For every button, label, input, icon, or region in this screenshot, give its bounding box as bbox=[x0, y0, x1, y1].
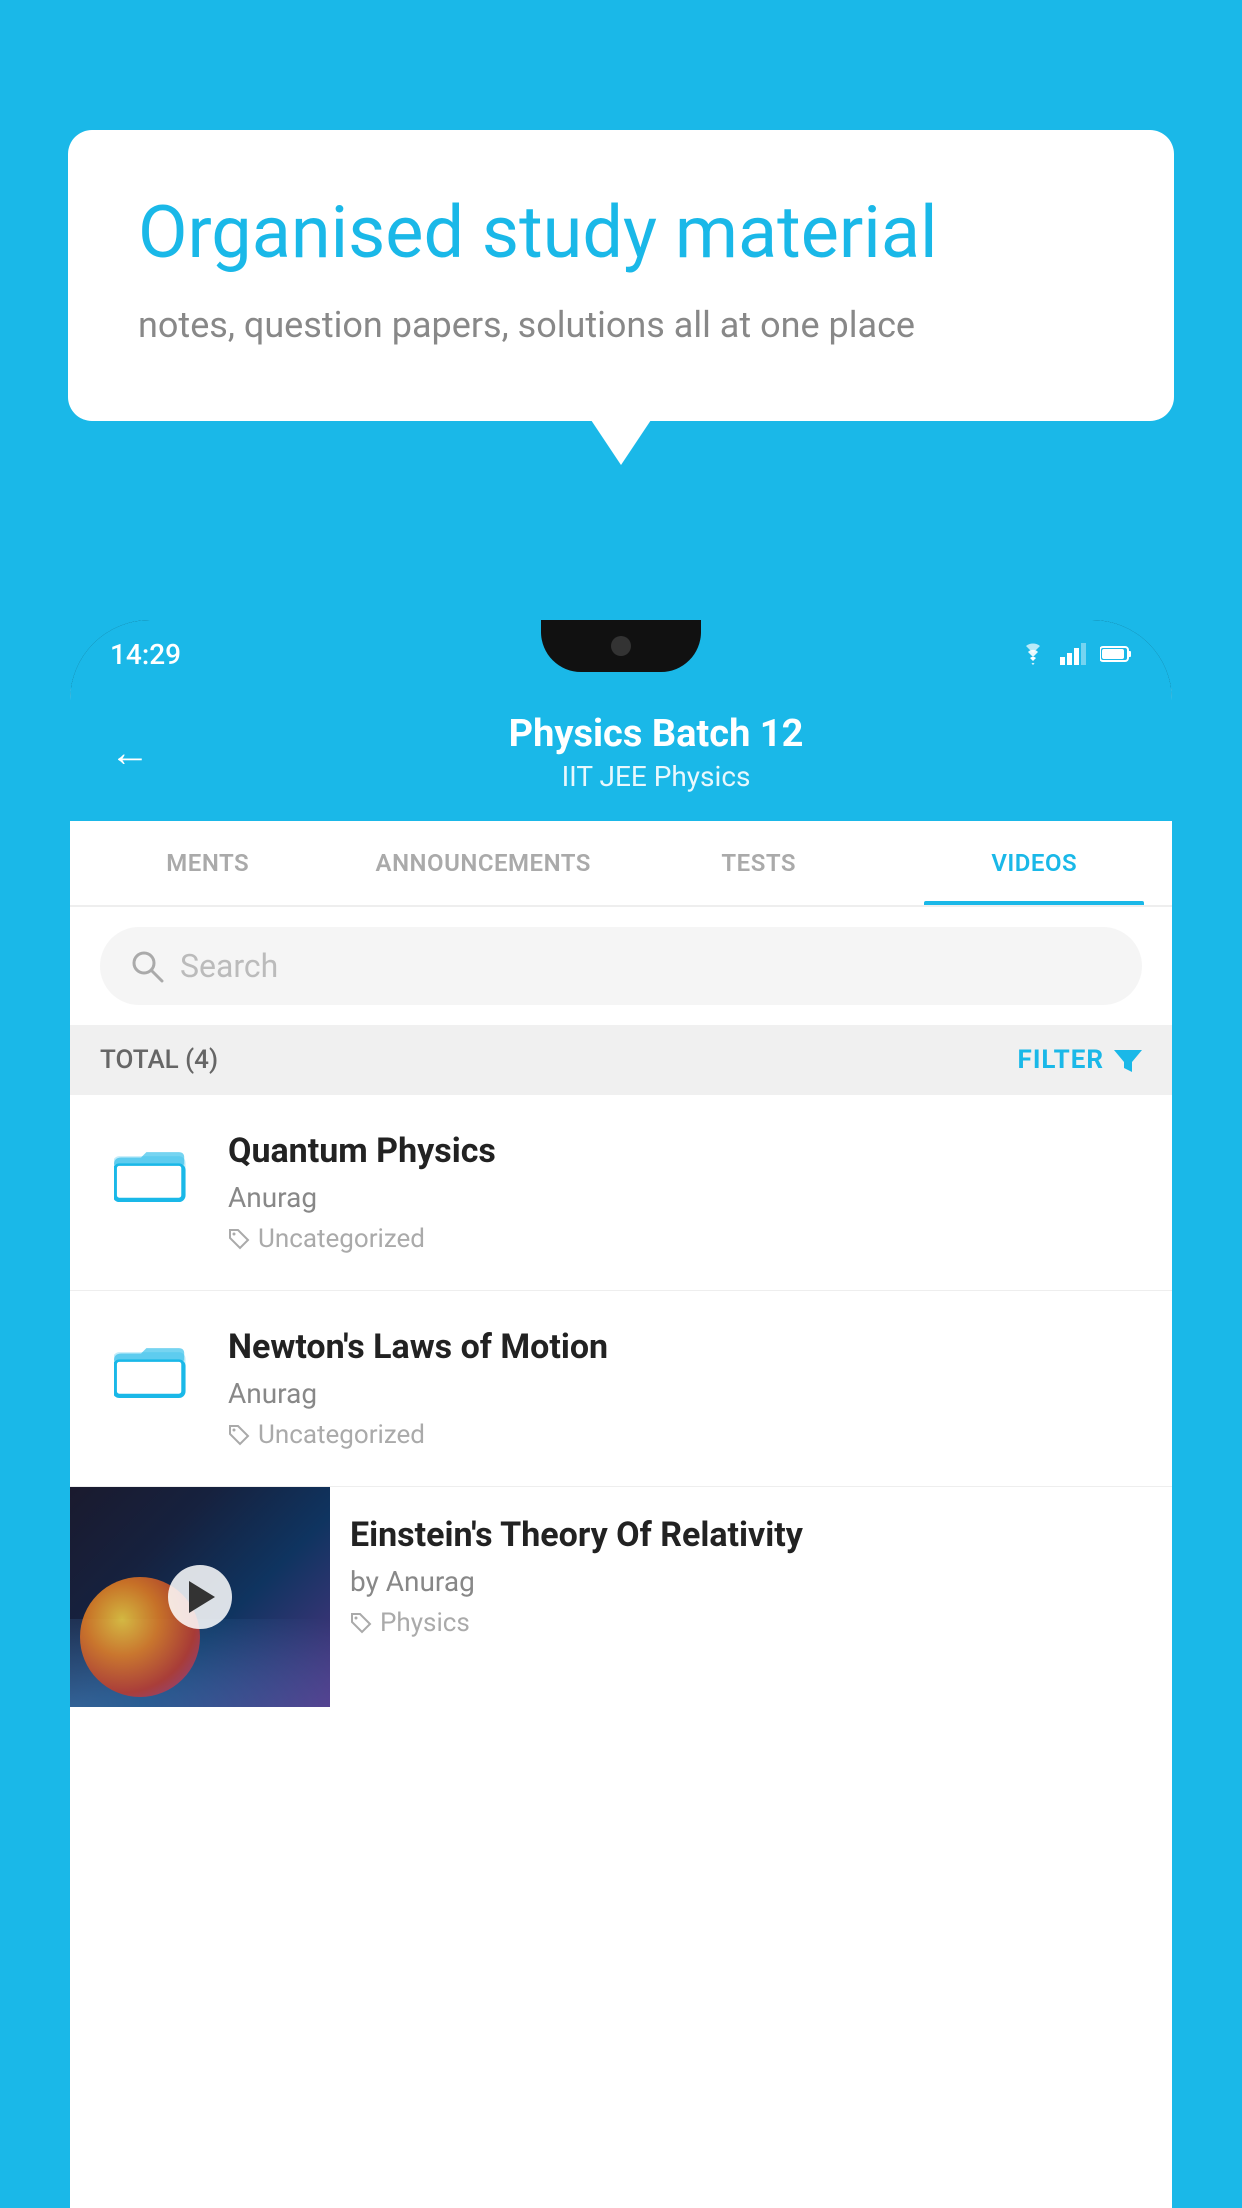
tag-icon bbox=[228, 1228, 250, 1250]
speech-bubble: Organised study material notes, question… bbox=[68, 130, 1174, 421]
filter-icon bbox=[1114, 1046, 1142, 1074]
signal-icon bbox=[1060, 643, 1088, 665]
tag-text: Physics bbox=[380, 1608, 470, 1638]
tag-text: Uncategorized bbox=[258, 1224, 425, 1254]
item-details: Quantum Physics Anurag Uncategorized bbox=[228, 1131, 1142, 1254]
tag-text: Uncategorized bbox=[258, 1420, 425, 1450]
play-button[interactable] bbox=[168, 1565, 232, 1629]
item-tag: Uncategorized bbox=[228, 1224, 1142, 1254]
video-thumbnail bbox=[70, 1487, 330, 1707]
speech-bubble-container: Organised study material notes, question… bbox=[68, 130, 1174, 421]
tag-icon bbox=[228, 1424, 250, 1446]
content-list: Quantum Physics Anurag Uncategorized bbox=[70, 1095, 1172, 2208]
item-author: Anurag bbox=[228, 1181, 1142, 1214]
header-main-title: Physics Batch 12 bbox=[180, 712, 1132, 756]
folder-icon bbox=[114, 1335, 186, 1399]
folder-icon bbox=[114, 1139, 186, 1203]
play-triangle bbox=[189, 1581, 215, 1613]
item-title: Newton's Laws of Motion bbox=[228, 1327, 1142, 1367]
status-icons bbox=[1018, 643, 1132, 665]
item-author: by Anurag bbox=[350, 1565, 1152, 1598]
item-title: Quantum Physics bbox=[228, 1131, 1142, 1171]
bubble-title: Organised study material bbox=[138, 190, 1104, 276]
total-count: TOTAL (4) bbox=[100, 1045, 218, 1075]
phone-frame: 14:29 bbox=[70, 620, 1172, 2208]
filter-button[interactable]: FILTER bbox=[1018, 1045, 1142, 1075]
app-header: ← Physics Batch 12 IIT JEE Physics bbox=[70, 688, 1172, 821]
tab-announcements[interactable]: ANNOUNCEMENTS bbox=[346, 821, 622, 905]
header-sub-title: IIT JEE Physics bbox=[180, 760, 1132, 793]
item-icon-area bbox=[100, 1327, 200, 1399]
list-item[interactable]: Quantum Physics Anurag Uncategorized bbox=[70, 1095, 1172, 1291]
search-container: Search bbox=[70, 907, 1172, 1025]
item-details: Newton's Laws of Motion Anurag Uncategor… bbox=[228, 1327, 1142, 1450]
item-tag: Uncategorized bbox=[228, 1420, 1142, 1450]
status-time: 14:29 bbox=[110, 638, 181, 671]
notch bbox=[541, 620, 701, 672]
back-button[interactable]: ← bbox=[110, 729, 150, 776]
header-title-section: Physics Batch 12 IIT JEE Physics bbox=[180, 712, 1132, 793]
filter-bar: TOTAL (4) FILTER bbox=[70, 1025, 1172, 1095]
list-item[interactable]: Newton's Laws of Motion Anurag Uncategor… bbox=[70, 1291, 1172, 1487]
search-icon bbox=[130, 949, 164, 983]
tag-icon bbox=[350, 1612, 372, 1634]
tab-videos[interactable]: VIDEOS bbox=[897, 821, 1173, 905]
camera-dot bbox=[611, 636, 631, 656]
search-placeholder: Search bbox=[180, 947, 278, 985]
item-icon-area bbox=[100, 1131, 200, 1203]
tab-tests[interactable]: TESTS bbox=[621, 821, 897, 905]
filter-label: FILTER bbox=[1018, 1045, 1104, 1075]
phone-screen: ← Physics Batch 12 IIT JEE Physics MENTS… bbox=[70, 688, 1172, 2208]
item-author: Anurag bbox=[228, 1377, 1142, 1410]
item-tag: Physics bbox=[350, 1608, 1152, 1638]
item-title: Einstein's Theory Of Relativity bbox=[350, 1515, 1152, 1555]
battery-icon bbox=[1100, 645, 1132, 663]
search-bar[interactable]: Search bbox=[100, 927, 1142, 1005]
bubble-subtitle: notes, question papers, solutions all at… bbox=[138, 300, 1104, 350]
status-bar: 14:29 bbox=[70, 620, 1172, 688]
list-item-thumbnail[interactable]: Einstein's Theory Of Relativity by Anura… bbox=[70, 1487, 1172, 1707]
wifi-icon bbox=[1018, 643, 1048, 665]
tab-ments[interactable]: MENTS bbox=[70, 821, 346, 905]
item-details: Einstein's Theory Of Relativity by Anura… bbox=[330, 1487, 1172, 1666]
tabs-bar: MENTS ANNOUNCEMENTS TESTS VIDEOS bbox=[70, 821, 1172, 907]
